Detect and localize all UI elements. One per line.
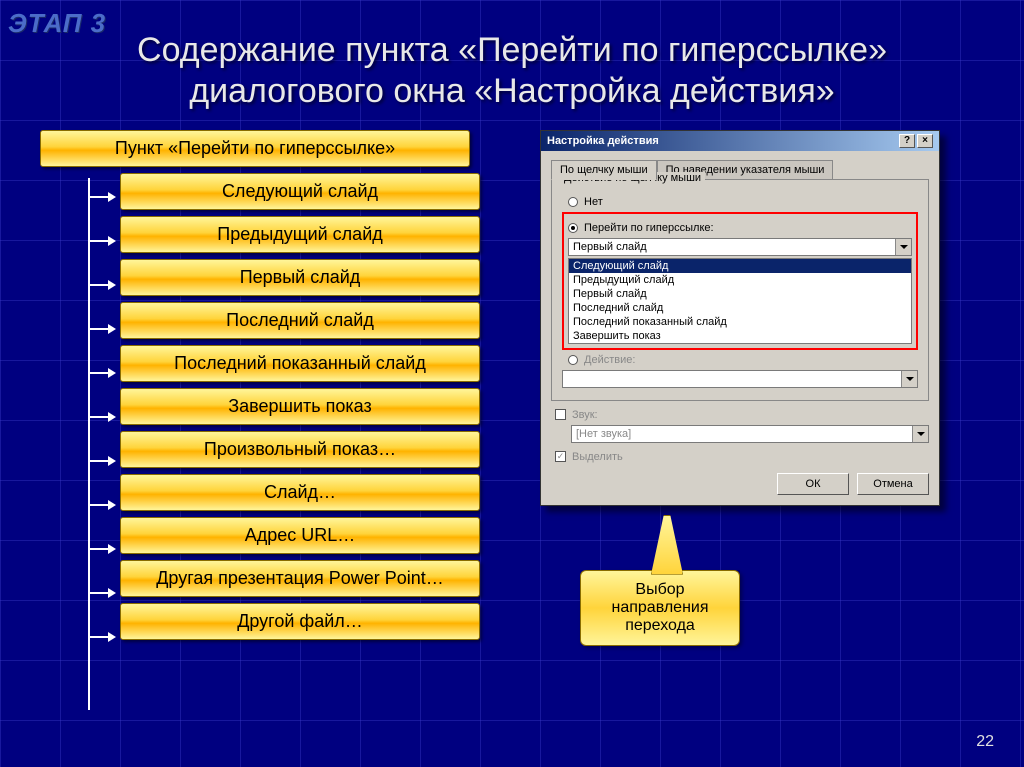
tree-option-bar: Адрес URL… (120, 517, 480, 554)
tree-option-bar: Предыдущий слайд (120, 216, 480, 253)
arrow-right-icon (108, 412, 116, 422)
radio-hyperlink[interactable] (568, 223, 578, 233)
list-item[interactable]: Последний слайд (569, 301, 911, 315)
hyperlink-combo[interactable]: Первый слайд (568, 238, 912, 256)
tree-line-horizontal (88, 240, 108, 242)
list-item[interactable]: Завершить показ (569, 329, 911, 343)
tree-line-horizontal (88, 328, 108, 330)
tree-line-horizontal (88, 504, 108, 506)
arrow-right-icon (108, 544, 116, 554)
options-tree: Пункт «Перейти по гиперссылке» Следующий… (40, 130, 500, 646)
tree-line-horizontal (88, 284, 108, 286)
tab-on-click[interactable]: По щелчку мыши (551, 160, 657, 180)
tree-option-bar: Последний показанный слайд (120, 345, 480, 382)
title-line2: диалогового окна «Настройка действия» (0, 71, 1024, 112)
close-button[interactable]: × (917, 134, 933, 148)
tree-option-bar: Завершить показ (120, 388, 480, 425)
arrow-right-icon (108, 632, 116, 642)
ok-button[interactable]: ОК (777, 473, 849, 495)
action-groupbox: Действие по щелчку мыши Нет Перейти по г… (551, 179, 929, 401)
list-item[interactable]: Следующий слайд (569, 259, 911, 273)
stage-watermark: ЭТАП 3 (8, 8, 106, 39)
checkbox-highlight-label: Выделить (572, 451, 623, 463)
chevron-down-icon (900, 245, 908, 249)
tree-line-horizontal (88, 460, 108, 462)
tree-line-horizontal (88, 592, 108, 594)
arrow-right-icon (108, 500, 116, 510)
checkbox-highlight: ✓ (555, 451, 566, 462)
checkbox-sound[interactable] (555, 409, 566, 420)
radio-action-disabled (568, 355, 578, 365)
arrow-right-icon (108, 280, 116, 290)
arrow-right-icon (108, 236, 116, 246)
list-item[interactable]: Последний показанный слайд (569, 315, 911, 329)
list-item[interactable]: Первый слайд (569, 287, 911, 301)
radio-hyperlink-label: Перейти по гиперссылке: (584, 222, 714, 234)
tree-option-bar: Первый слайд (120, 259, 480, 296)
tree-option-bar: Следующий слайд (120, 173, 480, 210)
dialog-titlebar: Настройка действия ? × (541, 131, 939, 151)
checkbox-sound-label: Звук: (572, 409, 598, 421)
radio-none-label: Нет (584, 196, 603, 208)
tree-option-bar: Другая презентация Power Point… (120, 560, 480, 597)
page-number: 22 (976, 733, 994, 751)
radio-none[interactable] (568, 197, 578, 207)
help-button[interactable]: ? (899, 134, 915, 148)
combo-dropdown-button[interactable] (895, 239, 911, 255)
callout-label: Выбор направления перехода (580, 570, 740, 646)
sound-combo: [Нет звука] (571, 425, 929, 443)
list-item[interactable]: Предыдущий слайд (569, 273, 911, 287)
tree-option-bar: Слайд… (120, 474, 480, 511)
tree-line-horizontal (88, 548, 108, 550)
title-line1: Содержание пункта «Перейти по гиперссылк… (0, 30, 1024, 71)
tree-header-bar: Пункт «Перейти по гиперссылке» (40, 130, 470, 167)
action-settings-dialog: Настройка действия ? × По щелчку мыши По… (540, 130, 940, 506)
chevron-down-icon (906, 377, 914, 381)
arrow-right-icon (108, 192, 116, 202)
radio-action-label: Действие: (584, 354, 635, 366)
tree-option-bar: Произвольный показ… (120, 431, 480, 468)
tree-line-horizontal (88, 196, 108, 198)
tree-option-bar: Другой файл… (120, 603, 480, 640)
tree-line-vertical (88, 178, 90, 710)
arrow-right-icon (108, 368, 116, 378)
hyperlink-highlight: Перейти по гиперссылке: Первый слайд Сле… (562, 212, 918, 350)
combo-value: Первый слайд (573, 241, 647, 253)
chevron-down-icon (917, 432, 925, 436)
arrow-right-icon (108, 456, 116, 466)
arrow-right-icon (108, 588, 116, 598)
cancel-button[interactable]: Отмена (857, 473, 929, 495)
tree-line-horizontal (88, 416, 108, 418)
tree-line-horizontal (88, 636, 108, 638)
slide-title: Содержание пункта «Перейти по гиперссылк… (0, 0, 1024, 112)
tree-line-horizontal (88, 372, 108, 374)
action-combo-disabled (562, 370, 918, 388)
tree-option-bar: Последний слайд (120, 302, 480, 339)
arrow-right-icon (108, 324, 116, 334)
sound-combo-value: [Нет звука] (576, 428, 631, 440)
dialog-title: Настройка действия (547, 135, 659, 147)
hyperlink-listbox[interactable]: Следующий слайдПредыдущий слайдПервый сл… (568, 258, 912, 344)
dialog-tabs: По щелчку мыши По наведении указателя мы… (551, 159, 929, 179)
